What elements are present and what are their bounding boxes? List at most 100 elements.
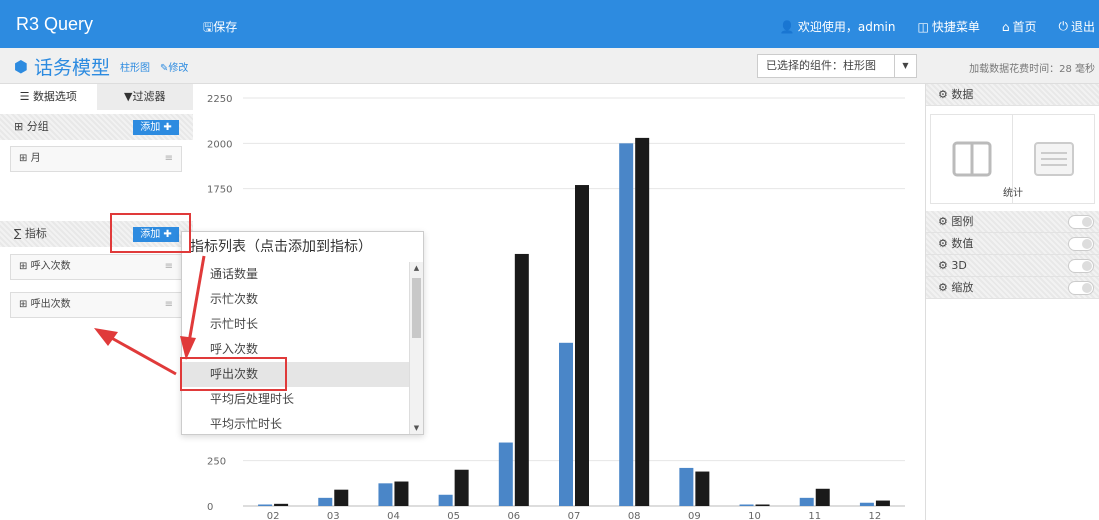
bar-series-b-03[interactable]	[334, 489, 349, 506]
bar-series-b-07[interactable]	[575, 185, 589, 506]
bar-series-b-06[interactable]	[514, 253, 529, 506]
y-tick-label: 0	[207, 502, 213, 513]
metric-field-label: 呼出次数	[30, 299, 71, 310]
power-icon: ⏻	[1058, 19, 1068, 33]
sigma-icon: ∑	[14, 227, 22, 240]
metric-field-inbound[interactable]: ⊞ 呼入次数 ≡	[10, 254, 182, 280]
home-button[interactable]: ⌂ 首页	[1002, 18, 1037, 35]
tab-data-label: 数据选项	[32, 90, 77, 103]
logout-button[interactable]: ⏻ 退出	[1058, 18, 1095, 35]
metric-label: 指标	[24, 227, 47, 240]
data-section-label: 数据	[951, 88, 974, 101]
drag-handle-icon[interactable]: ≡	[165, 293, 173, 317]
list-item[interactable]: 示忙次数	[182, 287, 410, 312]
drag-handle-icon[interactable]: ≡	[165, 147, 173, 171]
brand-logo[interactable]: R3 Query	[16, 14, 93, 35]
x-tick-label: 04	[387, 511, 400, 520]
quick-menu-label: 快捷菜单	[931, 20, 980, 34]
group-label: 分组	[26, 120, 49, 133]
home-label: 首页	[1012, 20, 1037, 34]
top-navbar: R3 Query 🖫保存 👤 欢迎使用，admin ◫ 快捷菜单 ⌂ 首页 ⏻ 退出	[0, 0, 1099, 48]
list-item[interactable]: 平均示忙时长	[182, 412, 410, 434]
logout-label: 退出	[1070, 20, 1095, 34]
chart-type-label: 柱形图	[119, 63, 150, 74]
bar-series-a-05[interactable]	[438, 494, 453, 506]
drag-handle-icon[interactable]: ≡	[165, 255, 173, 279]
bar-series-a-11[interactable]	[799, 497, 814, 506]
scroll-down-icon[interactable]: ▼	[410, 424, 423, 432]
bar-series-b-12[interactable]	[875, 500, 890, 506]
x-tick-label: 11	[808, 511, 821, 520]
bar-series-a-09[interactable]	[679, 467, 694, 506]
quick-menu-button[interactable]: ◫ 快捷菜单	[917, 18, 979, 35]
y-tick-label: 2000	[207, 139, 232, 150]
top-nav: 👤 欢迎使用，admin ◫ 快捷菜单 ⌂ 首页 ⏻ 退出	[780, 18, 1095, 35]
zoom-option: ⚙ 缩放	[926, 277, 1099, 299]
tab-filter[interactable]: ▼过滤器	[96, 84, 193, 110]
bar-series-a-06[interactable]	[498, 442, 513, 506]
group-field-month[interactable]: ⊞ 月 ≡	[10, 146, 182, 172]
values-toggle[interactable]	[1068, 237, 1094, 251]
highlight-outbound-item	[180, 357, 287, 391]
three-d-option: ⚙ 3D	[926, 255, 1099, 277]
x-tick-label: 10	[748, 511, 761, 520]
bar-series-b-05[interactable]	[454, 469, 469, 506]
caret-down-icon[interactable]: ▼	[894, 55, 916, 77]
component-select[interactable]: 已选择的组件：柱形图 ▼	[757, 54, 917, 78]
save-button[interactable]: 🖫保存	[203, 18, 237, 39]
group-section-header: ⊞ 分组 添加 ✚	[0, 114, 193, 140]
zoom-label: 缩放	[951, 281, 974, 294]
metric-field-icon: ⊞	[19, 299, 28, 310]
bar-series-b-11[interactable]	[815, 488, 830, 506]
bar-series-b-08[interactable]	[635, 137, 650, 506]
y-tick-label: 2250	[207, 94, 232, 105]
metric-field-outbound[interactable]: ⊞ 呼出次数 ≡	[10, 292, 182, 318]
bar-series-a-02[interactable]	[258, 504, 273, 507]
bar-series-a-04[interactable]	[378, 483, 393, 506]
scroll-up-icon[interactable]: ▲	[410, 264, 423, 272]
bar-series-a-10[interactable]	[739, 504, 754, 507]
bar-series-a-07[interactable]	[559, 342, 573, 506]
scroll-thumb[interactable]	[412, 278, 421, 338]
stat-label: 统计	[1003, 188, 1023, 199]
edit-link[interactable]: ✎修改	[160, 59, 188, 74]
group-icon: ⊞	[14, 120, 24, 133]
bar-series-a-08[interactable]	[619, 143, 634, 507]
legend-toggle[interactable]	[1068, 215, 1094, 229]
x-tick-label: 02	[267, 511, 280, 520]
shield-icon: ⬢	[14, 57, 28, 76]
component-select-value: 已选择的组件：柱形图	[766, 59, 876, 72]
x-tick-label: 07	[568, 511, 581, 520]
left-panel: ☰ 数据选项 ▼过滤器 ⊞ 分组 添加 ✚ ⊞ 月 ≡ ∑ 指标 添加 ✚ ⊞ …	[0, 84, 193, 520]
list-item[interactable]: 通话数量	[182, 262, 410, 287]
left-tabs: ☰ 数据选项 ▼过滤器	[0, 84, 193, 110]
metric-field-label: 呼入次数	[30, 261, 71, 272]
gear-icon: ⚙	[938, 259, 948, 272]
tab-data-options[interactable]: ☰ 数据选项	[0, 84, 97, 110]
bar-series-b-10[interactable]	[755, 504, 770, 507]
x-tick-label: 05	[447, 511, 460, 520]
values-option: ⚙ 数值	[926, 233, 1099, 255]
option-toggles: ⚙ 图例 ⚙ 数值 ⚙ 3D ⚙ 缩放	[926, 211, 1099, 299]
bar-series-b-02[interactable]	[274, 503, 289, 506]
add-group-button[interactable]: 添加 ✚	[133, 120, 179, 135]
bar-series-b-09[interactable]	[695, 471, 710, 506]
list-item[interactable]: 示忙时长	[182, 312, 410, 337]
group-field-icon: ⊞	[19, 153, 28, 164]
right-panel: ⚙ 数据 统计 ⚙ 图例 ⚙ 数值 ⚙ 3D ⚙ 缩放	[925, 84, 1099, 520]
bar-series-a-12[interactable]	[859, 502, 874, 506]
bar-series-b-04[interactable]	[394, 481, 409, 506]
metric-field-icon: ⊞	[19, 261, 28, 272]
y-tick-label: 250	[207, 457, 226, 468]
gear-icon: ⚙	[938, 281, 948, 294]
bar-series-a-03[interactable]	[318, 497, 333, 506]
three-d-toggle[interactable]	[1068, 259, 1094, 273]
zoom-toggle[interactable]	[1068, 281, 1094, 295]
page-header: ⬢ 话务模型 柱形图 ✎修改 已选择的组件：柱形图 ▼ 加载数据花费时间：28 …	[0, 48, 1099, 84]
welcome-user[interactable]: 👤 欢迎使用，admin	[780, 18, 896, 35]
popup-scrollbar[interactable]: ▲ ▼	[409, 262, 423, 434]
edit-label: 修改	[168, 63, 189, 74]
x-tick-label: 06	[507, 511, 520, 520]
legend-label: 图例	[951, 215, 974, 228]
gear-icon: ⚙	[938, 237, 948, 250]
